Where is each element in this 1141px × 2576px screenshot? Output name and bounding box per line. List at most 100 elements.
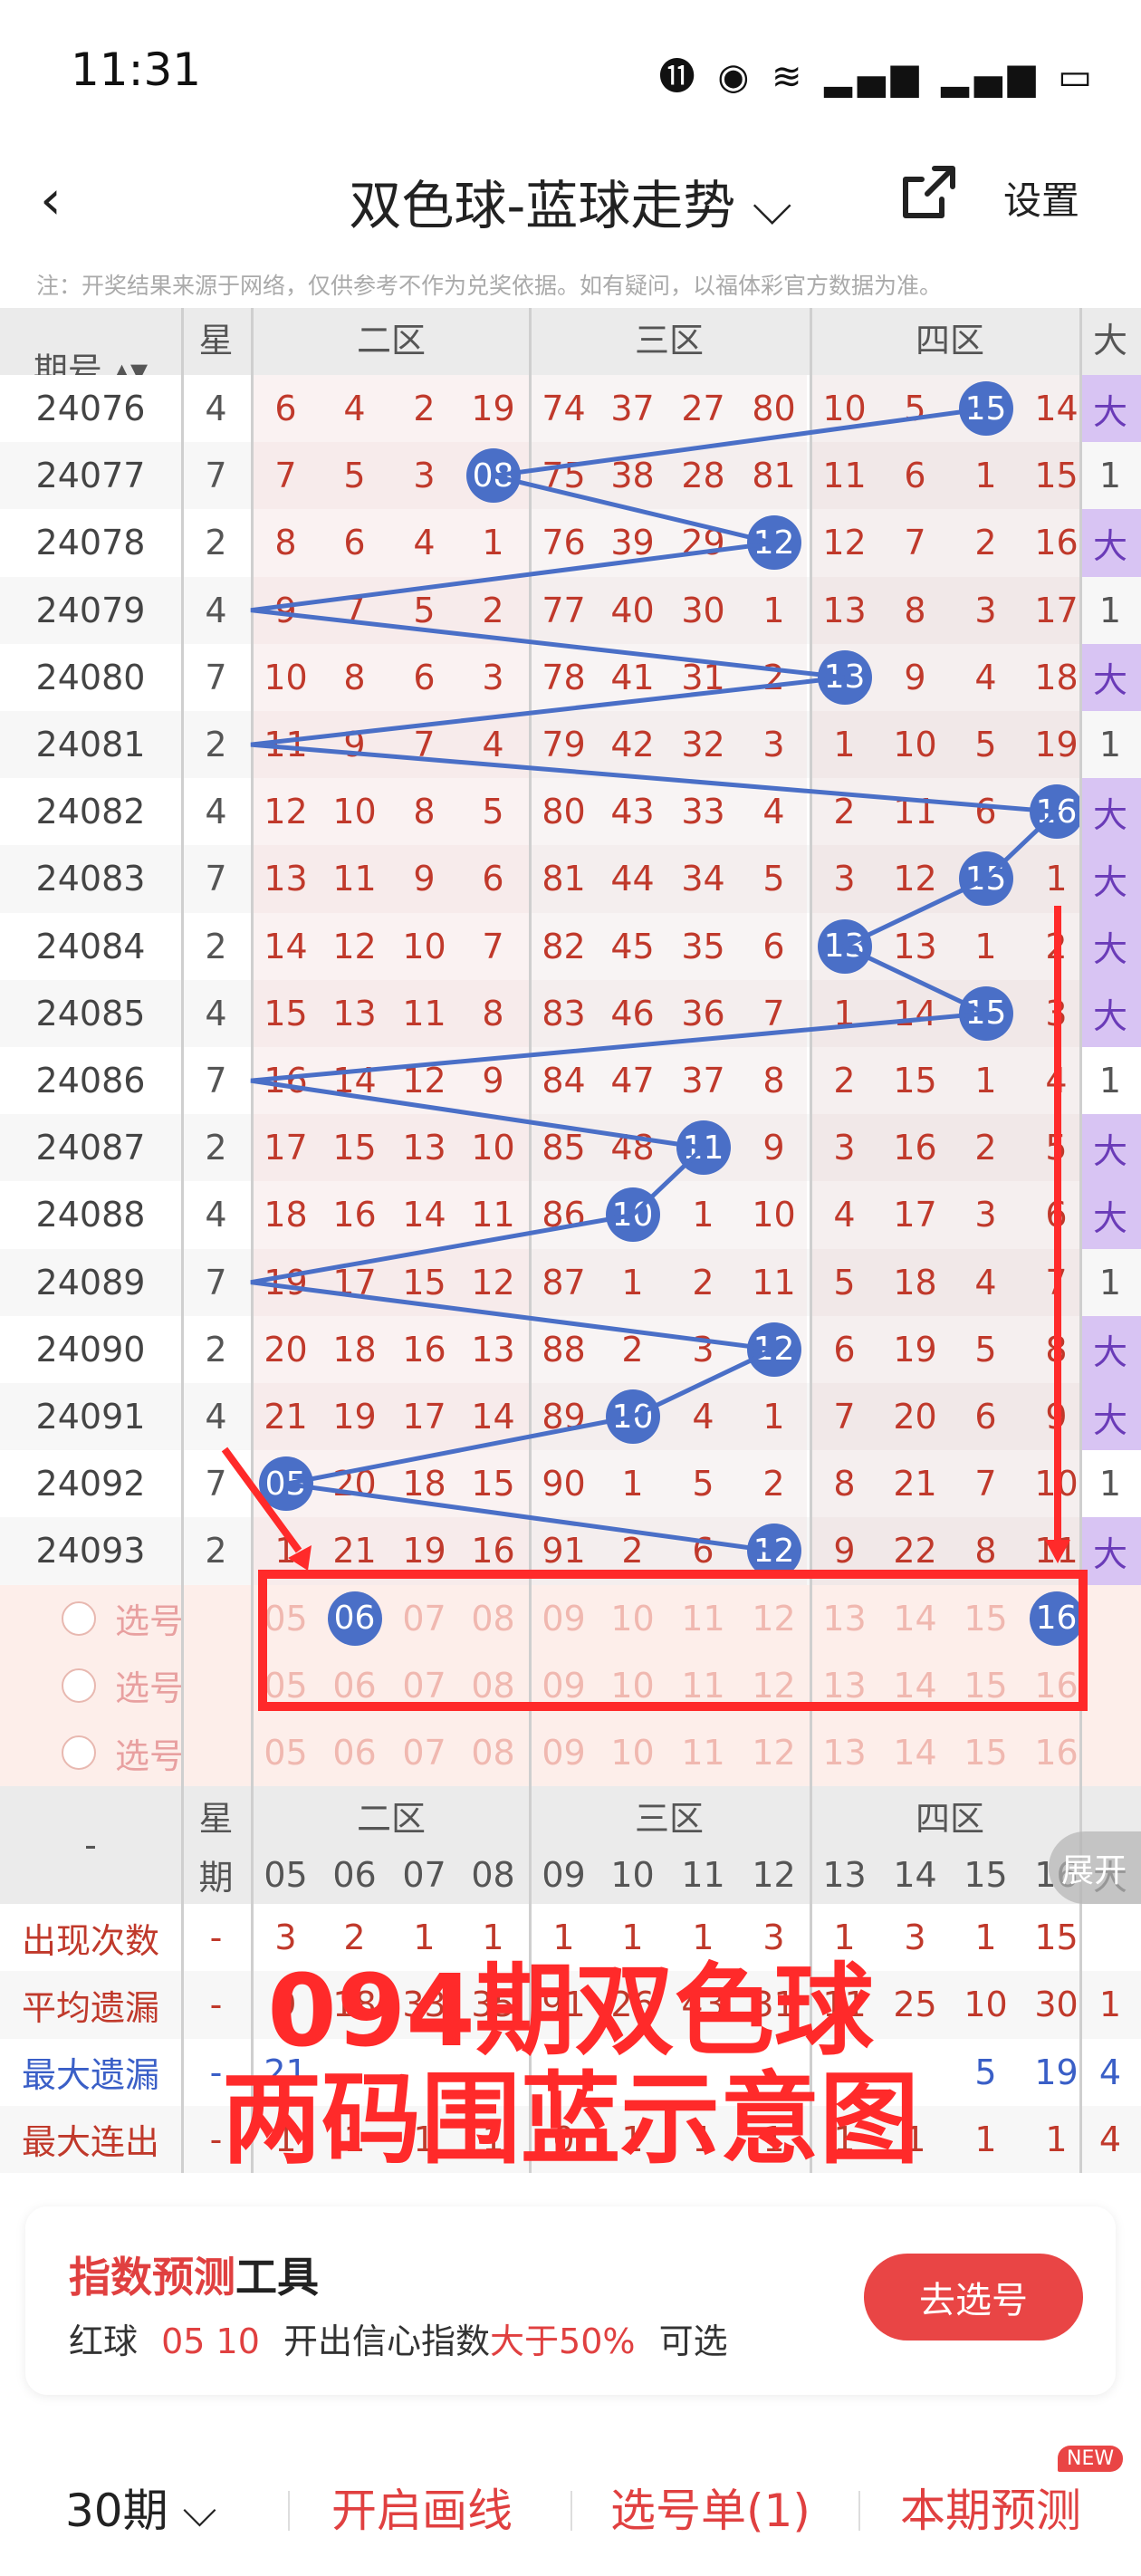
select-number[interactable]: 05 [251,1585,321,1652]
big-small-value: 大 [1079,1315,1141,1383]
select-number[interactable]: 13 [810,1652,879,1719]
select-number[interactable]: 08 [458,1585,528,1652]
table-row: 24083 7 13 11 9 6 81 44 34 5 3 12 15 1 大 [0,845,1141,913]
omission-value: 2 [762,657,785,697]
select-number[interactable]: 11 [668,1652,738,1719]
go-select-button[interactable]: 去选号 [864,2254,1083,2341]
omission-value: 10 [332,792,377,832]
select-number[interactable]: 14 [880,1585,950,1652]
hit-cell: 10 [598,1181,667,1248]
select-number[interactable]: 14 [880,1719,950,1786]
page-title[interactable]: 双色球-蓝球走势 ⌵ [0,163,1141,239]
omission-value: 4 [413,523,436,563]
omission-value: 32 [681,725,725,765]
select-number[interactable]: 11 [668,1719,738,1786]
omission-value: 3 [833,859,856,899]
table-row: 24084 2 14 12 10 7 82 45 35 6 13 13 1 2 大 [0,912,1141,980]
picked-ball[interactable]: 06 [327,1591,382,1646]
table-row: 24089 7 19 17 15 12 87 1 2 11 5 18 4 7 1 [0,1248,1141,1316]
stats-week: 星 [198,1799,234,1840]
picked-cell[interactable]: 06 [320,1585,389,1652]
select-number[interactable]: 15 [951,1652,1021,1719]
select-number[interactable]: 10 [598,1585,667,1652]
zone-label: 二区 [356,321,426,360]
omission-value: 75 [542,456,586,496]
omission-value: 15 [264,993,308,1033]
select-number[interactable]: 07 [389,1719,459,1786]
omission-value: 13 [402,1128,446,1168]
select-number[interactable]: 10 [598,1652,667,1719]
omission-value: 2 [762,1464,785,1504]
select-radio[interactable] [62,1600,96,1636]
omission-value: 14 [332,1061,377,1101]
hit-cell: 15 [951,375,1021,442]
omission-value: 2 [413,389,436,429]
omission-value: 6 [762,926,785,966]
selection-list-button[interactable]: 选号单(1) [610,2475,810,2540]
omission-value: 9 [343,725,366,765]
draw-line-button[interactable]: 开启画线 [331,2475,513,2540]
table-row: 24090 2 20 18 16 13 88 2 3 12 6 19 5 8 大 [0,1315,1141,1383]
expand-button[interactable]: 展开 [1049,1831,1141,1904]
select-number[interactable]: 14 [880,1652,950,1719]
select-number[interactable]: 08 [458,1719,528,1786]
select-number[interactable]: 12 [739,1585,809,1652]
omission-value: 5 [833,1262,856,1302]
select-number[interactable]: 10 [598,1719,667,1786]
select-number[interactable]: 09 [529,1585,599,1652]
omission-value: 20 [264,1329,308,1370]
omission-value: 28 [681,456,725,496]
select-number[interactable]: 06 [320,1652,389,1719]
omission-value: 8 [762,1061,785,1101]
omission-value: 3 [974,590,997,630]
select-number[interactable]: 06 [320,1719,389,1786]
select-label: 选号 [114,1601,184,1642]
omission-value: 29 [681,523,725,563]
big-small-value: 大 [1079,375,1141,443]
select-number[interactable]: 15 [951,1719,1021,1786]
select-number[interactable]: 13 [810,1719,879,1786]
omission-value: 4 [974,657,997,697]
picked-ball[interactable]: 16 [1029,1591,1084,1646]
tool-sub-b: 开出信心指数 [283,2321,491,2361]
stats-dash: - [84,1825,97,1866]
hit-cell: 08 [458,442,528,509]
predict-button[interactable]: 本期预测 [900,2475,1081,2540]
omission-value: 14 [471,1397,515,1437]
period-number: 24080 [35,657,146,697]
select-radio[interactable] [62,1735,96,1770]
period-number: 24086 [35,1061,146,1101]
omission-value: 79 [542,725,586,765]
table-row: 24086 7 16 14 12 9 84 47 37 8 2 15 1 4 1 [0,1047,1141,1115]
select-number[interactable]: 09 [529,1652,599,1719]
select-number[interactable]: 05 [251,1719,321,1786]
omission-value: 18 [264,1195,308,1235]
blue-ball: 12 [746,515,801,571]
select-number[interactable]: 09 [529,1719,599,1786]
select-number[interactable]: 08 [458,1652,528,1719]
omission-value: 3 [974,1195,997,1235]
select-number[interactable]: 05 [251,1652,321,1719]
select-number[interactable]: 12 [739,1719,809,1786]
omission-value: 10 [822,389,867,429]
select-number[interactable]: 11 [668,1585,738,1652]
omission-value: 3 [482,657,504,697]
big-small-value: 大 [1079,509,1141,577]
omission-value: 90 [542,1464,586,1504]
period-select[interactable]: 30期 ⌵ [65,2475,216,2540]
select-radio[interactable] [62,1668,96,1703]
zone-label: 四区 [915,321,984,360]
status-icons: ⓫ ◉ ≋ ▂▄▆ ▂▄▆ ▭ [658,56,1098,98]
select-number[interactable]: 12 [739,1652,809,1719]
select-number[interactable]: 07 [389,1585,459,1652]
select-number[interactable]: 07 [389,1652,459,1719]
settings-button[interactable]: 设置 [1003,170,1079,226]
select-number[interactable]: 13 [810,1585,879,1652]
weekday: 7 [205,859,227,899]
omission-value: 15 [402,1262,446,1302]
stats-column-header: 09 [542,1854,586,1895]
share-icon[interactable] [898,163,958,223]
omission-value: 7 [833,1397,856,1437]
select-number[interactable]: 15 [951,1585,1021,1652]
omission-value: 5 [974,725,997,765]
